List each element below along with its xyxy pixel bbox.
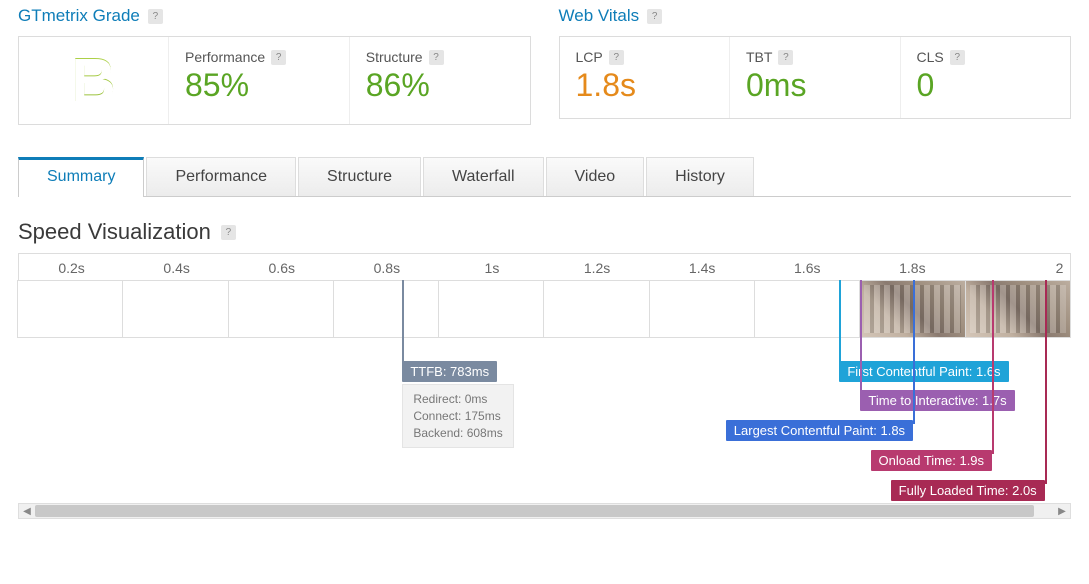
grade-letter-cell: B <box>19 37 169 124</box>
help-icon[interactable]: ? <box>429 50 444 65</box>
ttfb-connect: Connect: 175ms <box>413 408 502 425</box>
lcp-label: Largest Contentful Paint: 1.8s <box>726 420 913 441</box>
scroll-left-arrow-icon[interactable]: ◀ <box>19 504 35 518</box>
structure-value: 86% <box>366 67 514 104</box>
tbt-value: 0ms <box>746 67 884 104</box>
fully-label: Fully Loaded Time: 2.0s <box>891 480 1045 501</box>
help-icon[interactable]: ? <box>609 50 624 65</box>
viz-title: Speed Visualization <box>18 219 211 245</box>
help-icon[interactable]: ? <box>221 225 236 240</box>
frame-thumb <box>333 280 439 338</box>
fcp-marker-line <box>839 280 841 365</box>
scroll-track[interactable] <box>35 504 1054 518</box>
help-icon[interactable]: ? <box>148 9 163 24</box>
horizontal-scrollbar[interactable]: ◀ ▶ <box>18 503 1071 519</box>
ttfb-details: Redirect: 0ms Connect: 175ms Backend: 60… <box>402 384 513 448</box>
help-icon[interactable]: ? <box>778 50 793 65</box>
cls-label: CLS <box>917 49 944 65</box>
frame-thumb <box>17 280 123 338</box>
tick: 1.8s <box>899 260 925 276</box>
tick: 1.6s <box>794 260 820 276</box>
fully-marker-line <box>1045 280 1047 484</box>
tick: 0.8s <box>374 260 400 276</box>
tick: 1.4s <box>689 260 715 276</box>
frame-thumb <box>649 280 755 338</box>
grade-title: GTmetrix Grade <box>18 6 140 26</box>
tti-marker-line <box>860 280 862 394</box>
speed-visualization-chart: 0.2s 0.4s 0.6s 0.8s 1s 1.2s 1.4s 1.6s 1.… <box>18 253 1071 503</box>
tab-waterfall[interactable]: Waterfall <box>423 157 544 196</box>
performance-label: Performance <box>185 49 265 65</box>
frame-thumb <box>965 280 1071 338</box>
tabs: Summary Performance Structure Waterfall … <box>18 157 1071 197</box>
tick: 0.6s <box>269 260 295 276</box>
tab-structure[interactable]: Structure <box>298 157 421 196</box>
tick: 0.2s <box>58 260 84 276</box>
grade-letter: B <box>71 45 116 116</box>
tab-video[interactable]: Video <box>546 157 645 196</box>
cls-value: 0 <box>917 67 1055 104</box>
tick: 0.4s <box>163 260 189 276</box>
help-icon[interactable]: ? <box>647 9 662 24</box>
help-icon[interactable]: ? <box>950 50 965 65</box>
ttfb-marker-line <box>402 280 404 365</box>
scroll-thumb[interactable] <box>35 505 1034 517</box>
lcp-label: LCP <box>576 49 603 65</box>
ttfb-redirect: Redirect: 0ms <box>413 391 502 408</box>
frame-thumb <box>122 280 228 338</box>
onload-label: Onload Time: 1.9s <box>871 450 993 471</box>
frame-thumb <box>438 280 544 338</box>
tab-performance[interactable]: Performance <box>146 157 296 196</box>
scroll-right-arrow-icon[interactable]: ▶ <box>1054 504 1070 518</box>
structure-label: Structure <box>366 49 423 65</box>
tick: 1s <box>485 260 500 276</box>
gtmetrix-grade-section: GTmetrix Grade ? B Performance ? 85% Str… <box>18 6 531 125</box>
tab-history[interactable]: History <box>646 157 754 196</box>
ttfb-label: TTFB: 783ms <box>402 361 497 382</box>
help-icon[interactable]: ? <box>271 50 286 65</box>
tick: 1.2s <box>584 260 610 276</box>
tbt-label: TBT <box>746 49 772 65</box>
web-vitals-section: Web Vitals ? LCP ? 1.8s TBT ? 0ms CLS <box>559 6 1072 125</box>
fcp-label: First Contentful Paint: 1.6s <box>839 361 1008 382</box>
frame-thumb <box>543 280 649 338</box>
tab-summary[interactable]: Summary <box>18 157 144 197</box>
frame-thumb <box>228 280 334 338</box>
vitals-title: Web Vitals <box>559 6 640 26</box>
ttfb-backend: Backend: 608ms <box>413 425 502 442</box>
lcp-value: 1.8s <box>576 67 714 104</box>
performance-value: 85% <box>185 67 333 104</box>
lcp-marker-line <box>913 280 915 424</box>
onload-marker-line <box>992 280 994 454</box>
frame-thumb <box>754 280 860 338</box>
tick: 2 <box>1056 260 1064 276</box>
